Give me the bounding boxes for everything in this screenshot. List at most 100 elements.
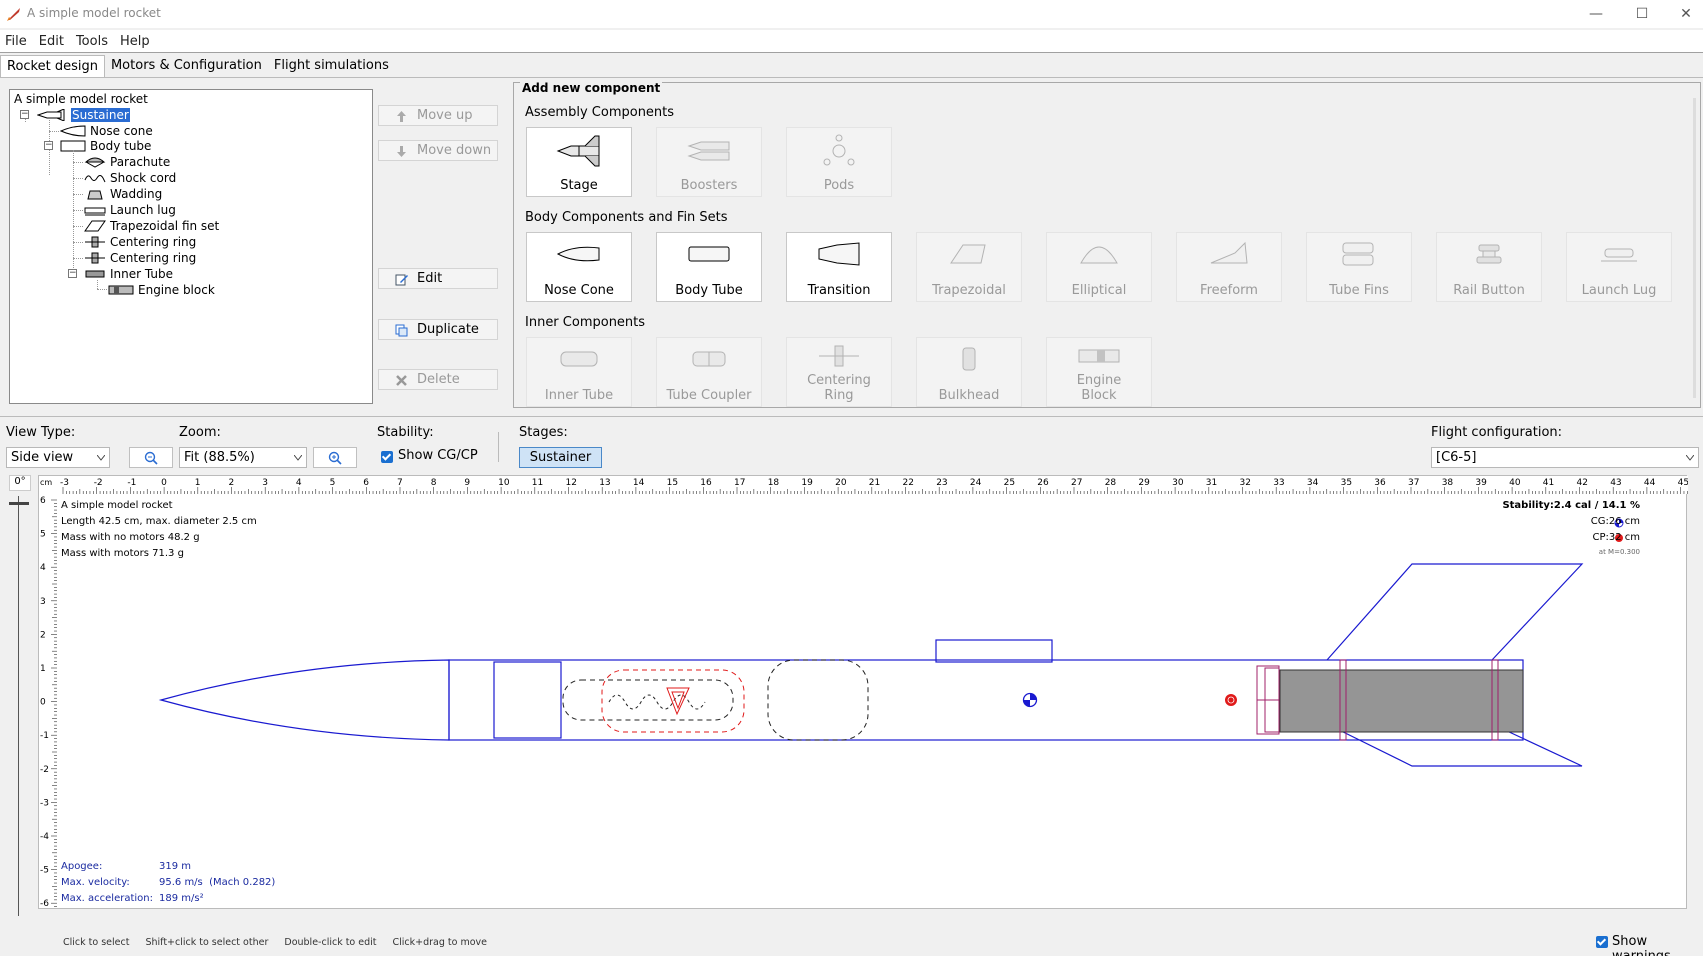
apogee-label: Apogee: [61, 861, 103, 872]
rocket-length-text: Length 42.5 cm, max. diameter 2.5 cm [61, 516, 257, 527]
v-tick-label: -6 [40, 899, 49, 909]
tree-item-nose-cone[interactable]: Nose cone [60, 123, 153, 139]
edit-icon [395, 274, 408, 286]
add-bulkhead-button[interactable]: Bulkhead [916, 337, 1022, 407]
zoom-out-button[interactable] [129, 447, 173, 468]
add-freeform-button[interactable]: Freeform [1176, 232, 1282, 302]
h-tick-label: 41 [1543, 478, 1554, 488]
add-boosters-button[interactable]: Boosters [656, 127, 762, 197]
v-tick-label: 0 [40, 698, 46, 708]
delete-button[interactable]: Delete [378, 369, 498, 390]
add-tube-coupler-button[interactable]: Tube Coupler [656, 337, 762, 407]
v-tick-label: 2 [40, 630, 46, 640]
add-tube-fins-button[interactable]: Tube Fins [1306, 232, 1412, 302]
rotation-value: 0° [9, 475, 31, 491]
h-tick-label: 8 [431, 478, 437, 488]
zoom-out-icon [144, 451, 158, 465]
flight-config-select[interactable]: [C6-5] [1431, 447, 1699, 468]
maximize-icon[interactable]: ☐ [1622, 2, 1662, 26]
move-up-button[interactable]: Move up [378, 105, 498, 126]
tree-item-engine-block[interactable]: Engine block [108, 282, 215, 298]
stability-label: Stability: [377, 425, 434, 440]
launch-lug-icon [1601, 248, 1637, 262]
tab-motors-configuration[interactable]: Motors & Configuration [105, 55, 268, 77]
divider [0, 416, 1703, 417]
rocket-figure[interactable]: cm -3 -2 -1 0 1 2 3 4 5 6 7 8 9 10 11 12 13 14 15 16 17 18 19 20… [38, 475, 1688, 910]
v-tick-label: -1 [40, 731, 49, 741]
menu-tools[interactable]: Tools [71, 34, 115, 49]
tab-flight-simulations[interactable]: Flight simulations [268, 55, 395, 77]
rail-button-icon [1476, 244, 1502, 264]
menu-file[interactable]: File [0, 34, 34, 49]
h-tick-label: 15 [667, 478, 678, 488]
add-launch-lug-button[interactable]: Launch Lug [1566, 232, 1672, 302]
tree-item-shock-cord[interactable]: Shock cord [84, 170, 176, 186]
fin-set-icon [84, 220, 106, 232]
show-cgcp-checkbox[interactable] [381, 451, 393, 463]
arrow-up-icon [397, 111, 406, 122]
tree-root[interactable]: A simple model rocket [14, 91, 148, 107]
add-centering-ring-button[interactable]: Centering Ring [786, 337, 892, 407]
add-body-tube-button[interactable]: Body Tube [656, 232, 762, 302]
tree-item-sustainer[interactable]: Sustainer [37, 107, 130, 123]
add-inner-tube-button[interactable]: Inner Tube [526, 337, 632, 407]
component-tree[interactable]: A simple model rocket − Sustainer Nose c… [9, 89, 373, 404]
zoom-select[interactable]: Fit (88.5%) [179, 447, 307, 468]
move-down-button[interactable]: Move down [378, 140, 498, 161]
collapse-icon[interactable]: − [68, 269, 77, 278]
v-tick-label: -5 [40, 866, 49, 876]
delete-icon [396, 375, 407, 386]
h-tick-label: 38 [1442, 478, 1454, 488]
tab-rocket-design[interactable]: Rocket design [0, 55, 105, 77]
add-trapezoidal-button[interactable]: Trapezoidal [916, 232, 1022, 302]
add-elliptical-button[interactable]: Elliptical [1046, 232, 1152, 302]
nose-cone-icon [60, 125, 86, 137]
shock-cord-shape [562, 679, 734, 721]
zoom-in-button[interactable] [313, 447, 357, 468]
add-rail-button-button[interactable]: Rail Button [1436, 232, 1542, 302]
centering-ring-icon [85, 236, 105, 248]
close-icon[interactable]: ✕ [1666, 2, 1703, 26]
tree-item-parachute[interactable]: Parachute [84, 154, 170, 170]
add-nose-cone-button[interactable]: Nose Cone [526, 232, 632, 302]
hint-click: Click to select [63, 937, 130, 948]
show-warnings-checkbox[interactable] [1596, 936, 1608, 948]
h-tick-label: 43 [1610, 478, 1621, 488]
tree-item-centering-ring[interactable]: Centering ring [84, 234, 196, 250]
rotation-slider-track[interactable] [18, 496, 19, 916]
h-tick-label: 13 [599, 478, 610, 488]
h-tick-label: 19 [801, 478, 813, 488]
menu-edit[interactable]: Edit [34, 34, 71, 49]
tree-item-trapezoidal-fin-set[interactable]: Trapezoidal fin set [84, 218, 219, 234]
add-engine-block-button[interactable]: Engine Block [1046, 337, 1152, 407]
add-pods-button[interactable]: Pods [786, 127, 892, 197]
add-stage-button[interactable]: Stage [526, 127, 632, 197]
h-tick-label: 14 [633, 478, 645, 488]
v-tick-label: 5 [40, 530, 46, 540]
collapse-icon[interactable]: − [20, 110, 29, 119]
view-type-select[interactable]: Side view [6, 447, 110, 468]
h-tick-label: 36 [1374, 478, 1386, 488]
rocket-drawing[interactable]: cm -3 -2 -1 0 1 2 3 4 5 6 7 8 9 10 11 12 13 14 15 16 17 18 19 20… [39, 476, 1688, 910]
rotation-slider-handle[interactable] [9, 502, 29, 505]
nose-cone-icon [556, 246, 600, 262]
view-type-label: View Type: [6, 425, 76, 440]
v-tick-label: -3 [40, 798, 49, 808]
nose-shoulder-shape [493, 661, 562, 739]
tree-item-wadding[interactable]: Wadding [84, 186, 162, 202]
minimize-icon[interactable]: — [1576, 2, 1616, 26]
divider [0, 77, 1703, 78]
h-tick-label: 44 [1644, 478, 1656, 488]
boosters-icon [687, 141, 730, 161]
edit-button[interactable]: Edit [378, 268, 498, 289]
add-transition-button[interactable]: Transition [786, 232, 892, 302]
scrollbar[interactable] [1693, 98, 1696, 398]
stage-sustainer-toggle[interactable]: Sustainer [519, 447, 602, 468]
h-tick-label: 17 [734, 478, 745, 488]
tree-item-launch-lug[interactable]: Launch lug [84, 202, 176, 218]
collapse-icon[interactable]: − [44, 141, 53, 150]
fin-top-shape [1326, 563, 1584, 661]
tree-item-centering-ring-2[interactable]: Centering ring [84, 250, 196, 266]
menu-help[interactable]: Help [115, 34, 157, 49]
duplicate-button[interactable]: Duplicate [378, 319, 498, 340]
